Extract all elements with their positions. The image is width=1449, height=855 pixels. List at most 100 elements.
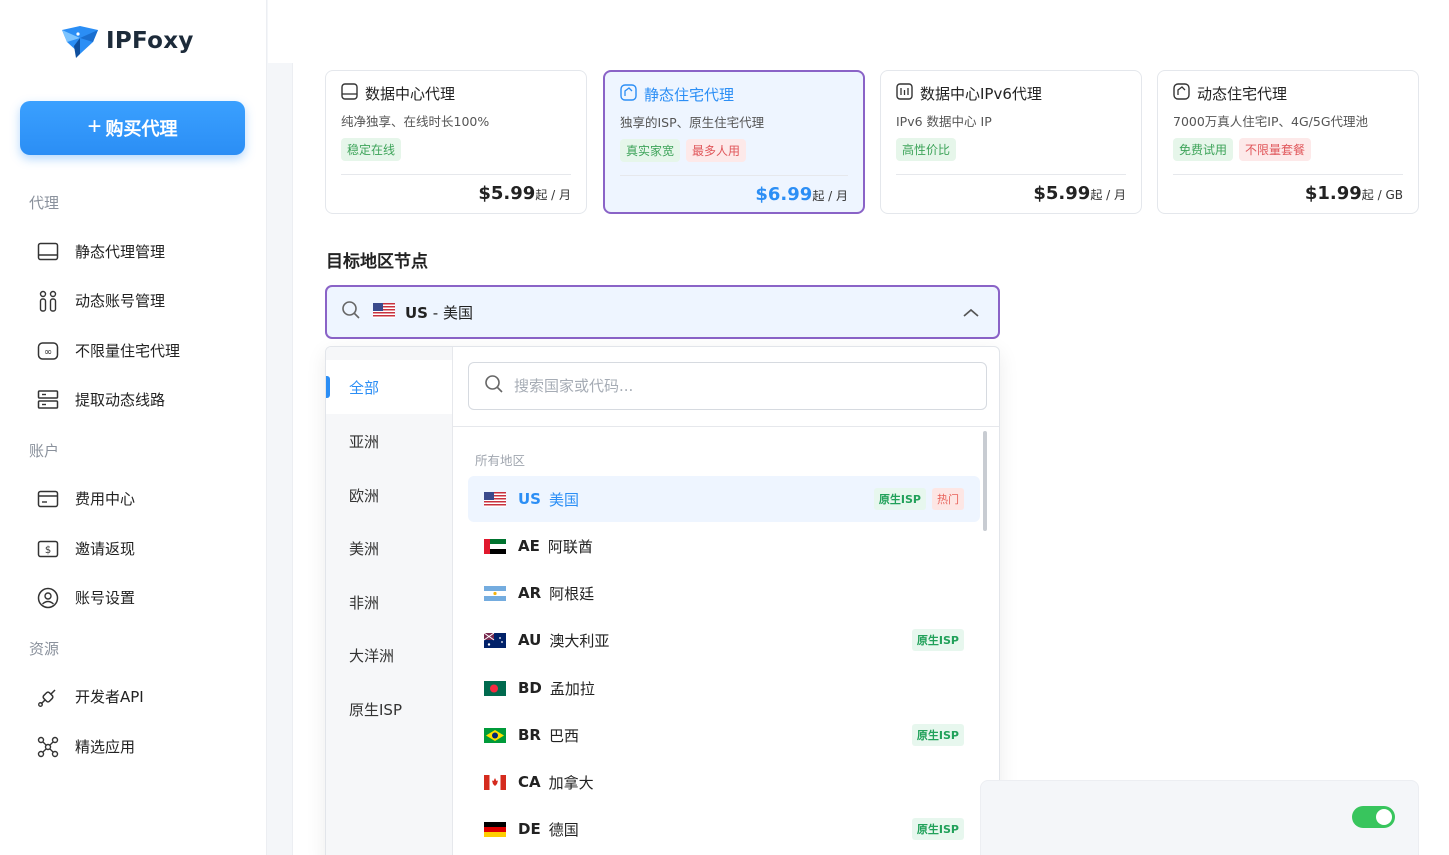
ipv6-icon <box>896 83 913 104</box>
sidebar-item-account-settings[interactable]: 账号设置 <box>36 586 135 609</box>
badge-native-isp: 原生ISP <box>911 818 964 840</box>
svg-text:$: $ <box>44 545 50 556</box>
us-flag-icon <box>373 302 395 322</box>
sidebar-item-label: 提取动态线路 <box>75 391 166 409</box>
product-tag: 免费试用 <box>1173 138 1234 161</box>
product-desc: IPv6 数据中心 IP <box>896 114 992 129</box>
chevron-up-icon[interactable] <box>962 304 980 323</box>
product-price: $5.99起 / 月 <box>1033 183 1126 204</box>
au-flag-icon <box>484 632 506 648</box>
product-tag: 稳定在线 <box>341 138 402 161</box>
country-code: AE <box>518 537 540 555</box>
sidebar-item-developer-api[interactable]: 开发者API <box>36 685 144 708</box>
category-asia[interactable]: 亚洲 <box>326 414 452 468</box>
product-card-datacenter[interactable]: 数据中心代理 纯净独享、在线时长100% 稳定在线 $5.99起 / 月 <box>325 70 587 214</box>
country-code: US <box>518 490 541 508</box>
badge-native-isp: 原生ISP <box>911 629 964 651</box>
region-dropdown: 全部 亚洲 欧洲 美洲 非洲 大洋洲 原生ISP 所有地区 US 美国 原生IS… <box>325 346 1000 855</box>
residential-icon <box>620 84 637 105</box>
category-list: 全部 亚洲 欧洲 美洲 非洲 大洋洲 原生ISP <box>326 347 453 855</box>
section-title-resources: 资源 <box>29 640 60 658</box>
product-tag: 最多人用 <box>686 139 747 162</box>
sidebar-item-label: 精选应用 <box>75 738 136 756</box>
sidebar-item-dynamic-account[interactable]: 动态账号管理 <box>36 289 165 312</box>
country-name: 美国 <box>548 490 579 509</box>
country-row-ca[interactable]: CA 加拿大 <box>468 759 980 805</box>
sidebar-item-featured-apps[interactable]: 精选应用 <box>36 735 135 758</box>
selected-region-name: - 美国 <box>432 303 473 322</box>
sidebar-item-label: 静态代理管理 <box>75 243 166 261</box>
toggle-switch[interactable] <box>1352 806 1395 828</box>
country-code: BR <box>518 726 541 744</box>
sidebar: IPFoxy + 购买代理 代理 静态代理管理 动态账号管理 ∞ 不限量住宅代理… <box>0 0 267 855</box>
country-name: 澳大利亚 <box>549 631 610 650</box>
product-price: $5.99起 / 月 <box>478 183 571 204</box>
country-name: 孟加拉 <box>549 679 595 698</box>
us-flag-icon <box>484 491 506 507</box>
category-native-isp[interactable]: 原生ISP <box>326 682 452 736</box>
sidebar-item-label: 费用中心 <box>75 490 136 508</box>
country-code: CA <box>518 773 541 791</box>
product-desc: 纯净独享、在线时长100% <box>341 114 490 129</box>
divider <box>453 426 999 427</box>
category-africa[interactable]: 非洲 <box>326 575 452 629</box>
buy-proxy-button[interactable]: + 购买代理 <box>20 101 245 155</box>
scrollbar[interactable] <box>983 431 987 531</box>
product-card-ipv6[interactable]: 数据中心IPv6代理 IPv6 数据中心 IP 高性价比 $5.99起 / 月 <box>880 70 1142 214</box>
category-americas[interactable]: 美洲 <box>326 521 452 575</box>
sidebar-item-unlimited-residential[interactable]: ∞ 不限量住宅代理 <box>36 339 180 362</box>
product-title: 数据中心IPv6代理 <box>920 85 1042 103</box>
country-name: 巴西 <box>548 726 579 745</box>
category-europe[interactable]: 欧洲 <box>326 468 452 522</box>
sidebar-item-billing[interactable]: 费用中心 <box>36 487 135 510</box>
apps-icon <box>36 735 59 758</box>
country-row-au[interactable]: AU 澳大利亚 原生ISP <box>468 617 980 663</box>
country-row-us[interactable]: US 美国 原生ISP 热门 <box>468 476 980 522</box>
ae-flag-icon <box>484 538 506 554</box>
search-icon <box>484 374 504 398</box>
br-flag-icon <box>484 727 506 743</box>
sidebar-item-static-proxy[interactable]: 静态代理管理 <box>36 240 165 263</box>
sidebar-item-label: 不限量住宅代理 <box>75 342 181 360</box>
country-row-de[interactable]: DE 德国 原生ISP <box>468 806 980 852</box>
list-caption: 所有地区 <box>475 453 526 468</box>
country-name: 加拿大 <box>548 773 594 792</box>
buy-proxy-label: 购买代理 <box>105 119 178 139</box>
sidebar-item-label: 账号设置 <box>75 589 136 607</box>
product-card-dynamic-residential[interactable]: 动态住宅代理 7000万真人住宅IP、4G/5G代理池 免费试用 不限量套餐 $1… <box>1157 70 1419 214</box>
country-search[interactable] <box>468 362 987 410</box>
divider <box>620 175 848 176</box>
country-code: AU <box>518 631 542 649</box>
cash-icon: $ <box>36 537 59 560</box>
country-row-ae[interactable]: AE 阿联酋 <box>468 523 980 569</box>
category-oceania[interactable]: 大洋洲 <box>326 628 452 682</box>
top-bar <box>268 0 1449 63</box>
server-icon <box>36 388 59 411</box>
product-title: 静态住宅代理 <box>644 86 735 104</box>
search-icon <box>341 300 361 324</box>
region-label: 目标地区节点 <box>326 252 428 272</box>
country-row-ar[interactable]: AR 阿根廷 <box>468 570 980 616</box>
product-card-static-residential[interactable]: 静态住宅代理 独享的ISP、原生住宅代理 真实家宽 最多人用 $6.99起 / 月 <box>603 70 865 214</box>
sidebar-item-invite[interactable]: $ 邀请返现 <box>36 537 135 560</box>
category-all[interactable]: 全部 <box>326 360 452 414</box>
product-tag: 真实家宽 <box>620 139 681 162</box>
country-search-input[interactable] <box>514 377 964 395</box>
country-name: 阿根廷 <box>549 584 595 603</box>
sidebar-item-extract-lines[interactable]: 提取动态线路 <box>36 388 165 411</box>
selected-region-code: US <box>405 303 428 322</box>
product-title: 数据中心代理 <box>365 85 456 103</box>
logo[interactable]: IPFoxy <box>60 24 194 58</box>
api-icon <box>36 685 59 708</box>
de-flag-icon <box>484 821 506 837</box>
badge-native-isp: 原生ISP <box>873 488 926 510</box>
country-row-br[interactable]: BR 巴西 原生ISP <box>468 712 980 758</box>
product-tag: 不限量套餐 <box>1239 138 1312 161</box>
country-row-bd[interactable]: BD 孟加拉 <box>468 665 980 711</box>
plus-icon: + <box>87 113 102 140</box>
bd-flag-icon <box>484 680 506 696</box>
divider <box>1173 174 1403 175</box>
region-select[interactable]: US - 美国 <box>325 285 1000 339</box>
svg-text:∞: ∞ <box>43 347 51 358</box>
infinity-icon: ∞ <box>36 339 59 362</box>
